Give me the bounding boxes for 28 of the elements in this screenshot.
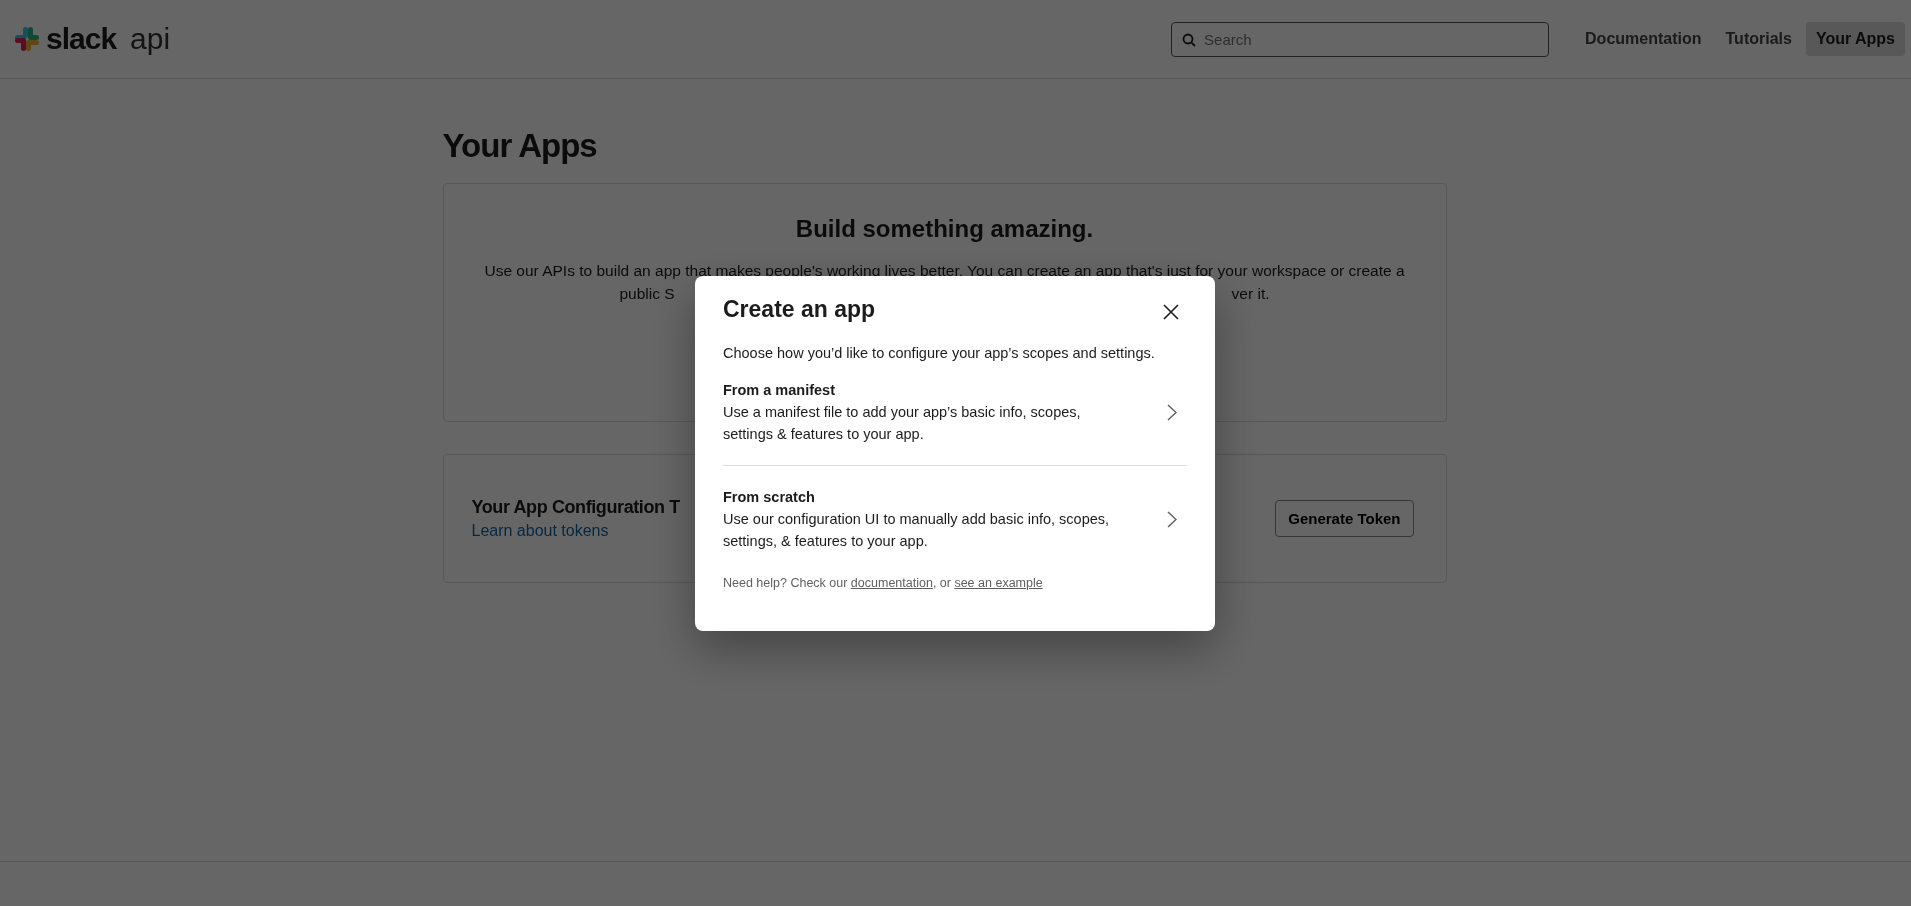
nav-link[interactable]: Tutorials	[1715, 22, 1802, 56]
help-text: Need help? Check our documentation, or see an example	[723, 576, 1044, 590]
dialog-description: Choose how you’d like to configure your app’s scopes and settings.	[723, 345, 1156, 361]
option-description: Use our configuration UI to manually add basic info, scopes, settings, & features to your app.	[723, 510, 1111, 551]
close-icon[interactable]	[1163, 303, 1179, 320]
option-title: From a manifest	[723, 381, 836, 400]
option-title: From scratch	[723, 488, 816, 507]
logo-suffix: api	[130, 22, 171, 56]
example-link[interactable]: see an example	[954, 576, 1043, 590]
card-title: Your App Configuration T	[471, 497, 680, 518]
logo-text: slack	[46, 22, 117, 56]
generate-token-button[interactable]: Generate Token	[1275, 500, 1414, 537]
option-row[interactable]: From a manifest Use a manifest file to add your app’s basic info, scopes, settings & features to your app.	[723, 379, 1187, 445]
tokens-link[interactable]: Learn about tokens	[471, 522, 609, 540]
chevron-right-icon	[1167, 510, 1177, 528]
search-icon	[1182, 32, 1197, 47]
option-description: Use a manifest file to add your app’s basic info, scopes, settings & features to your app.	[723, 403, 1082, 444]
option-row[interactable]: From scratch Use our configuration UI to manually add basic info, scopes, settings, & features to your app.	[723, 465, 1187, 552]
intro-text: public S	[619, 284, 675, 304]
page-title: Your Apps	[442, 127, 598, 165]
nav-link[interactable]: Your Apps	[1805, 22, 1905, 56]
slack-logo-icon	[14, 26, 40, 52]
documentation-link[interactable]: documentation	[850, 576, 933, 590]
dialog-title: Create an app	[723, 296, 876, 323]
nav-link[interactable]: Documentation	[1575, 22, 1712, 56]
intro-text: ver it.	[1231, 284, 1270, 304]
chevron-right-icon	[1167, 403, 1177, 421]
card-heading: Build something amazing.	[794, 215, 1095, 243]
